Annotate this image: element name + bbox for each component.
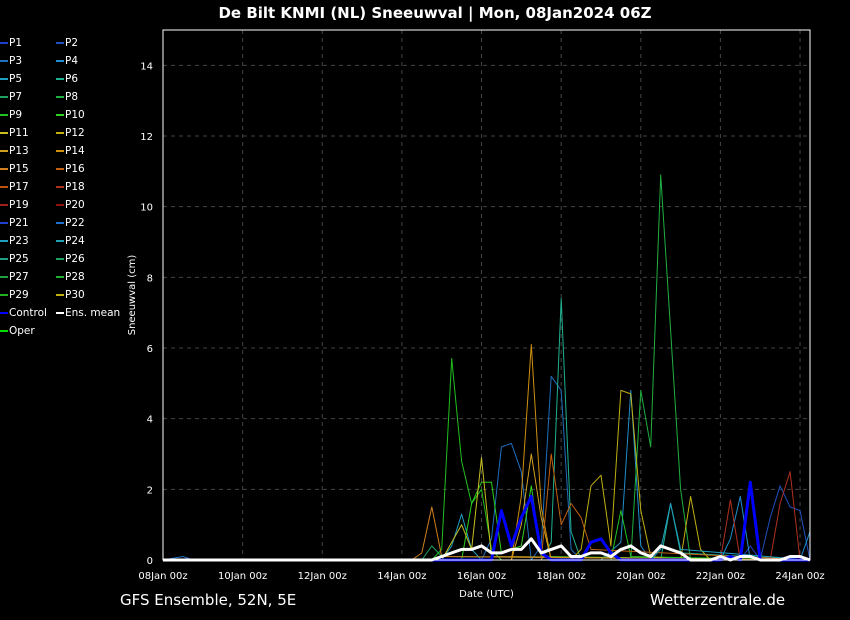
series-line-p12	[163, 389, 810, 561]
y-tick-label: 6	[147, 344, 153, 355]
x-tick-label: 08Jan 00z	[138, 571, 187, 582]
y-tick-label: 0	[147, 556, 153, 567]
x-tick-label: 16Jan 00z	[457, 571, 506, 582]
series-line-p9	[163, 358, 811, 561]
x-tick-label: 18Jan 00z	[537, 571, 586, 582]
series-line-p3	[162, 375, 810, 561]
y-tick-label: 4	[147, 415, 153, 426]
x-tick-label: 22Jan 00z	[696, 571, 745, 582]
x-tick-label: 12Jan 00z	[298, 571, 347, 582]
series-line-p18	[163, 471, 810, 561]
x-tick-label: 20Jan 00z	[616, 571, 665, 582]
model-label: GFS Ensemble, 52N, 5E	[120, 591, 297, 609]
x-tick-label: 10Jan 00z	[218, 571, 267, 582]
site-label: Wetterzentrale.de	[650, 591, 786, 609]
series-line-p4	[163, 389, 811, 561]
plot-frame	[162, 29, 811, 561]
y-tick-label: 14	[140, 61, 153, 72]
y-tick-label: 8	[147, 273, 153, 284]
y-tick-label: 10	[140, 203, 153, 214]
y-axis-label: Sneeuwval (cm)	[127, 255, 138, 336]
series-line-p14	[163, 344, 810, 561]
x-axis-label: Date (UTC)	[459, 589, 514, 600]
x-tick-label: 24Jan 00z	[775, 571, 824, 582]
y-tick-label: 2	[147, 485, 153, 496]
plot-area: 08Jan 00z 10Jan 00z 12Jan 00z 14Jan 00z 16Ja…	[127, 29, 825, 600]
series-line-p11	[163, 457, 811, 561]
y-tick-label: 12	[140, 132, 153, 143]
x-tick-label: 14Jan 00z	[377, 571, 426, 582]
